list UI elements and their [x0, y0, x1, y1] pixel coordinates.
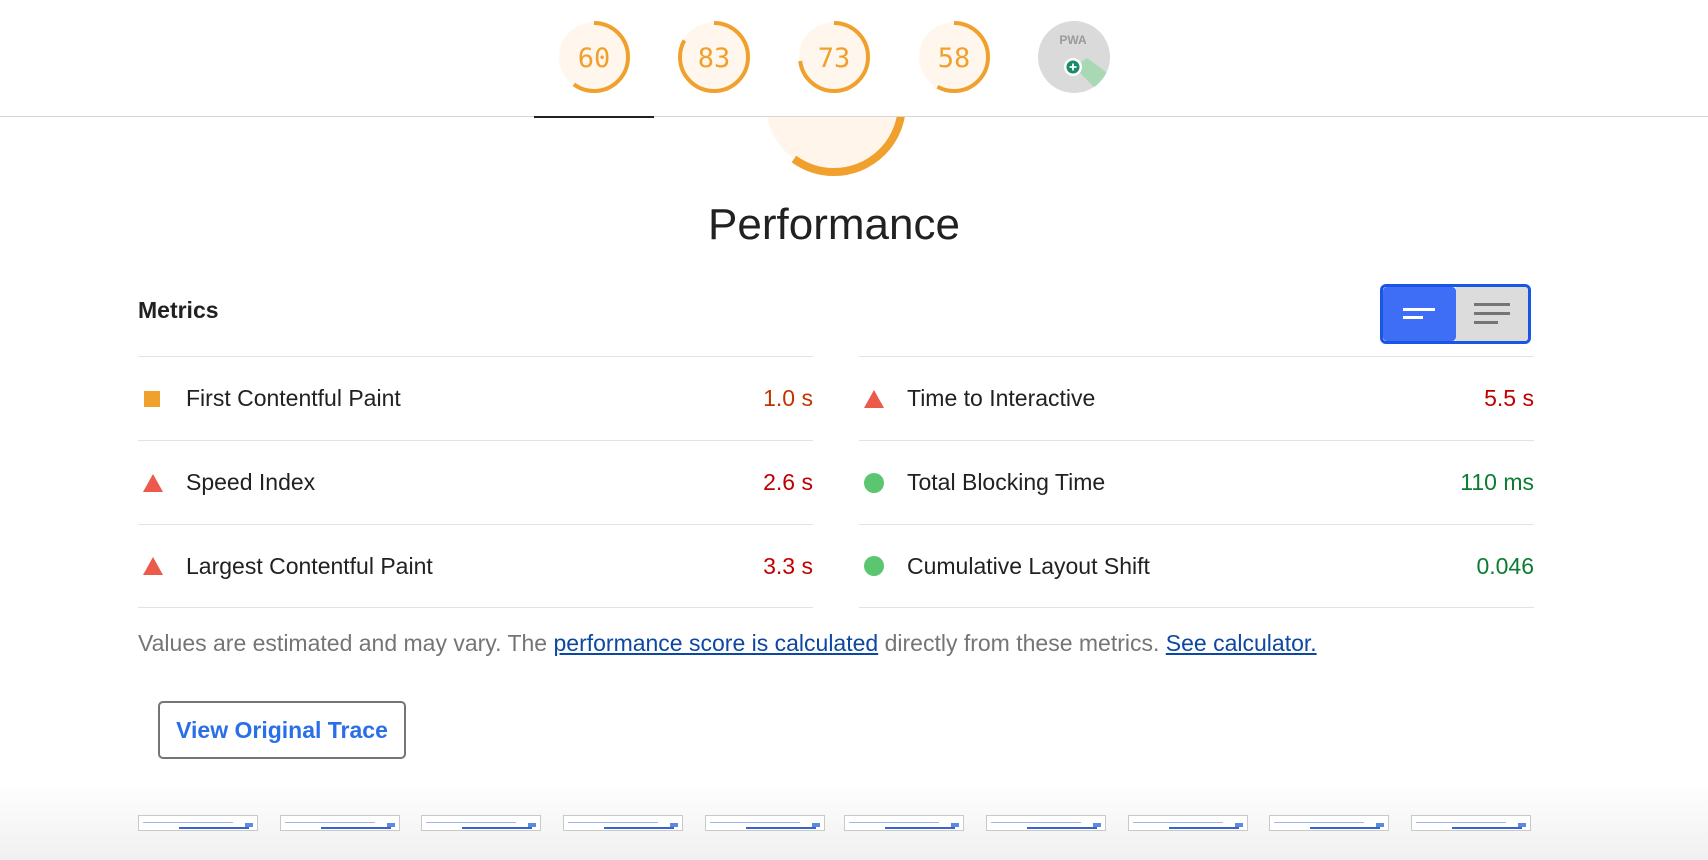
green-circle-icon: [864, 472, 884, 493]
metric-title: Time to Interactive: [907, 385, 1096, 411]
metrics-column-left: First Contentful Paint 1.0 s Speed Index…: [138, 356, 813, 608]
pwa-label: PWA: [1059, 33, 1087, 47]
sticky-header: 60 83 73 58 PWA: [0, 0, 1708, 118]
metric-title: Total Blocking Time: [907, 469, 1106, 495]
tab-accessibility-gauge[interactable]: 83: [654, 0, 774, 117]
pwa-badge-icon: PWA: [1038, 21, 1110, 93]
green-circle-icon: [864, 556, 884, 576]
best-practices-gauge: 73: [798, 21, 870, 93]
category-title: Performance: [708, 200, 960, 249]
metric-speed-index: Speed Index 2.6 s: [138, 440, 813, 524]
metric-cumulative-layout-shift: Cumulative Layout Shift 0.046: [859, 524, 1534, 608]
filmstrip-frame: [138, 815, 258, 831]
seo-score: 58: [938, 43, 971, 74]
tab-seo-gauge[interactable]: 58: [894, 0, 1014, 117]
metric-value: 2.6 s: [763, 469, 813, 495]
filmstrip-frame: [1269, 815, 1389, 831]
accessibility-gauge: 83: [678, 21, 750, 93]
metric-value: 0.046: [1476, 552, 1534, 579]
filmstrip-frame: [705, 815, 825, 831]
metric-value: 110 ms: [1460, 469, 1534, 495]
performance-score: 60: [578, 43, 611, 74]
disclaimer-prefix: Values are estimated and may vary. The: [138, 630, 554, 656]
metric-largest-contentful-paint: Largest Contentful Paint 3.3 s: [138, 524, 813, 608]
best-practices-score: 73: [818, 43, 851, 74]
metrics-heading: Metrics: [138, 297, 219, 323]
summary-view-button[interactable]: [1383, 287, 1456, 341]
disclaimer-middle: directly from these metrics.: [878, 630, 1166, 656]
red-triangle-icon: [143, 557, 163, 575]
red-triangle-icon: [143, 473, 163, 492]
filmstrip-frame: [280, 815, 400, 831]
see-calculator-link[interactable]: See calculator.: [1166, 630, 1317, 656]
metric-total-blocking-time: Total Blocking Time 110 ms: [859, 440, 1534, 524]
metrics-disclaimer: Values are estimated and may vary. The p…: [138, 630, 1317, 657]
tab-performance-gauge[interactable]: 60: [534, 0, 654, 118]
view-original-trace-button[interactable]: View Original Trace: [158, 701, 406, 759]
short-lines-icon: [1403, 308, 1436, 319]
filmstrip-frame: [986, 815, 1106, 831]
metric-value: 3.3 s: [763, 552, 813, 579]
tab-best-practices-gauge[interactable]: 73: [774, 0, 894, 117]
metric-title: First Contentful Paint: [186, 385, 401, 411]
orange-square-icon: [144, 390, 160, 407]
filmstrip-frame: [1411, 815, 1531, 831]
filmstrip: [138, 815, 1531, 831]
expanded-view-button[interactable]: [1455, 287, 1528, 341]
filmstrip-frame: [563, 815, 683, 831]
metric-title: Cumulative Layout Shift: [907, 552, 1150, 579]
filmstrip-frame: [1128, 815, 1248, 831]
metric-time-to-interactive: Time to Interactive 5.5 s: [859, 356, 1534, 440]
filmstrip-frame: [421, 815, 541, 831]
metric-first-contentful-paint: First Contentful Paint 1.0 s: [138, 356, 813, 440]
tab-pwa-gauge[interactable]: PWA: [1014, 0, 1134, 117]
score-calculated-link[interactable]: performance score is calculated: [553, 630, 878, 656]
metrics-view-toggle: [1380, 284, 1531, 344]
metric-value: 1.0 s: [763, 385, 813, 411]
metric-title: Speed Index: [186, 469, 316, 495]
metric-title: Largest Contentful Paint: [186, 552, 433, 579]
accessibility-score: 83: [698, 43, 731, 74]
seo-gauge: 58: [918, 21, 990, 93]
performance-gauge: 60: [558, 21, 630, 93]
metrics-column-right: Time to Interactive 5.5 s Total Blocking…: [859, 356, 1534, 608]
filmstrip-frame: [844, 815, 964, 831]
long-lines-icon: [1473, 303, 1510, 324]
red-triangle-icon: [864, 389, 884, 408]
metric-value: 5.5 s: [1484, 385, 1534, 411]
